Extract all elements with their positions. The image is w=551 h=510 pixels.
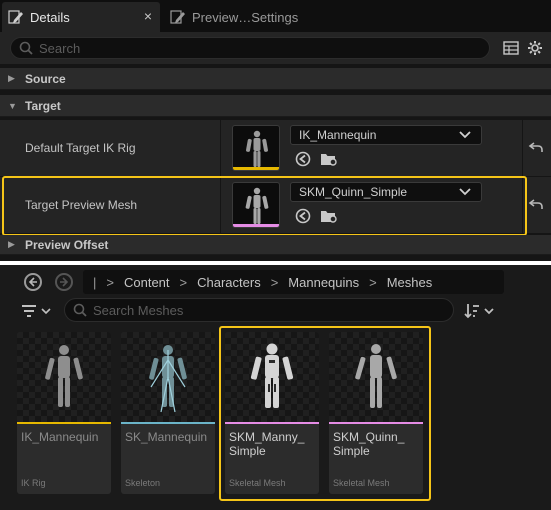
asset-tile-sk-mannequin[interactable]: SK_Mannequin Skeleton	[121, 332, 215, 494]
breadcrumb-item-meshes[interactable]: Meshes	[387, 275, 433, 290]
asset-picker-combo[interactable]: SKM_Quinn_Simple	[290, 182, 482, 202]
combo-value: IK_Mannequin	[299, 128, 377, 142]
mannequin-icon	[45, 345, 83, 407]
search-meshes-input[interactable]: Search Meshes	[64, 298, 454, 322]
chevron-down-icon: ▼	[8, 100, 17, 111]
asset-thumbnail	[329, 332, 423, 422]
category-source-label: Source	[25, 71, 66, 86]
property-label: Target Preview Mesh	[25, 198, 138, 212]
search-icon	[19, 41, 33, 55]
reset-to-default-icon[interactable]	[528, 197, 544, 211]
chevron-right-icon: ▶	[8, 239, 15, 249]
category-target-label: Target	[25, 98, 61, 113]
category-preview-offset-label: Preview Offset	[25, 237, 109, 252]
sort-button[interactable]	[463, 302, 497, 320]
asset-name: IK_Mannequin	[21, 430, 99, 444]
asset-thumbnail	[17, 332, 111, 422]
breadcrumb-item-characters[interactable]: Characters	[197, 275, 261, 290]
arrow-left-icon	[28, 277, 37, 287]
chevron-down-icon	[459, 188, 471, 196]
reset-column-divider	[522, 177, 523, 233]
pencil-icon	[170, 10, 185, 24]
tab-details-label: Details	[30, 9, 70, 25]
chevron-down-icon	[459, 131, 471, 139]
pencil-icon	[8, 10, 23, 24]
details-panel: Details × Preview…Settings Search ▶ Sour…	[0, 0, 551, 261]
mannequin-icon	[245, 187, 269, 224]
close-icon[interactable]: ×	[144, 8, 152, 24]
breadcrumb: | > Content > Characters > Mannequins > …	[83, 270, 504, 294]
combo-value: SKM_Quinn_Simple	[299, 185, 408, 199]
breadcrumb-separator: >	[179, 274, 188, 290]
search-placeholder: Search	[39, 40, 81, 56]
asset-type: Skeletal Mesh	[333, 478, 390, 488]
asset-thumbnail	[121, 332, 215, 422]
search-meshes-placeholder: Search Meshes	[93, 302, 184, 318]
asset-tile-ik-mannequin[interactable]: IK_Mannequin IK Rig	[17, 332, 111, 494]
use-selected-icon[interactable]	[294, 208, 312, 224]
mannequin-icon	[246, 130, 268, 167]
breadcrumb-root[interactable]: |	[93, 275, 96, 290]
use-selected-icon[interactable]	[294, 151, 312, 167]
category-source[interactable]: ▶ Source	[0, 68, 551, 90]
gear-icon[interactable]	[527, 40, 543, 56]
asset-type-bar	[225, 422, 319, 424]
content-browser-panel: | > Content > Characters > Mannequins > …	[0, 265, 551, 510]
tab-details[interactable]: Details ×	[2, 2, 160, 32]
browse-folder-icon[interactable]	[320, 151, 338, 167]
category-preview-offset[interactable]: ▶ Preview Offset	[0, 235, 551, 255]
asset-tile-skm-manny-simple[interactable]: SKM_Manny_ Simple Skeletal Mesh	[225, 332, 319, 494]
details-toolbar: Search	[0, 32, 551, 64]
skeleton-icon	[149, 345, 187, 413]
property-label: Default Target IK Rig	[25, 141, 136, 155]
filter-button[interactable]	[20, 302, 56, 320]
chevron-right-icon: ▶	[8, 73, 15, 83]
category-target[interactable]: ▼ Target	[0, 95, 551, 117]
table-view-icon[interactable]	[503, 40, 519, 56]
breadcrumb-separator: >	[106, 274, 114, 290]
search-icon	[73, 303, 87, 317]
breadcrumb-separator: >	[270, 274, 279, 290]
column-divider	[220, 120, 221, 176]
breadcrumb-separator: >	[369, 274, 377, 290]
breadcrumb-item-mannequins[interactable]: Mannequins	[288, 275, 359, 290]
reset-to-default-icon[interactable]	[528, 140, 544, 154]
breadcrumb-item-content[interactable]: Content	[124, 275, 170, 290]
tab-preview-settings[interactable]: Preview…Settings	[164, 2, 314, 32]
asset-type-bar	[233, 224, 279, 227]
asset-type: Skeleton	[125, 478, 161, 488]
asset-type-bar	[329, 422, 423, 424]
asset-type: IK Rig	[21, 478, 46, 488]
asset-type-bar	[121, 422, 215, 424]
asset-thumbnail	[225, 332, 319, 422]
property-default-target-ik-rig: Default Target IK Rig IK_Mannequin	[0, 120, 551, 176]
asset-name: SKM_Manny_ Simple	[229, 430, 305, 458]
asset-name: SK_Mannequin	[125, 430, 208, 444]
tab-preview-label: Preview…Settings	[192, 9, 299, 25]
asset-type-bar	[233, 167, 279, 170]
forward-button[interactable]	[55, 273, 73, 291]
property-target-preview-mesh: Target Preview Mesh SKM_Quinn_Simple	[0, 177, 551, 233]
asset-picker-combo[interactable]: IK_Mannequin	[290, 125, 482, 145]
back-button[interactable]	[24, 273, 42, 291]
reset-column-divider	[522, 120, 523, 176]
asset-thumbnail[interactable]	[232, 182, 280, 228]
search-input[interactable]: Search	[10, 37, 490, 59]
column-divider	[220, 177, 221, 233]
arrow-right-icon	[60, 277, 69, 287]
tab-bar: Details × Preview…Settings	[0, 0, 551, 32]
mannequin-icon	[250, 343, 294, 408]
asset-thumbnail[interactable]	[232, 125, 280, 171]
asset-tile-skm-quinn-simple[interactable]: SKM_Quinn_ Simple Skeletal Mesh	[329, 332, 423, 494]
mannequin-icon	[355, 344, 397, 408]
browse-folder-icon[interactable]	[320, 208, 338, 224]
asset-name: SKM_Quinn_ Simple	[333, 430, 405, 458]
asset-type-bar	[17, 422, 111, 424]
asset-type: Skeletal Mesh	[229, 478, 286, 488]
